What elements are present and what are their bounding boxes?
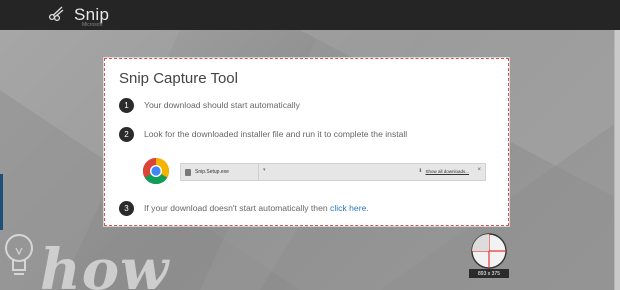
chrome-icon: [142, 157, 170, 190]
side-tab[interactable]: [0, 174, 3, 230]
download-icon: ⬇: [418, 168, 423, 174]
brand[interactable]: Snip Microsoft: [48, 4, 109, 28]
lightbulb-icon: [2, 232, 36, 287]
chevron-down-icon[interactable]: ▾: [263, 167, 266, 173]
show-all-downloads-label: Show all downloads...: [425, 168, 469, 174]
chrome-download-bar: Snip.Setup.exe ▾ ⬇ Show all downloads...…: [180, 163, 486, 181]
download-item[interactable]: Snip.Setup.exe: [181, 164, 259, 180]
scrollbar[interactable]: [614, 30, 620, 290]
click-here-link[interactable]: click here.: [330, 203, 369, 213]
step-1: 1 Your download should start automatical…: [119, 97, 300, 113]
top-bar: Snip Microsoft: [0, 0, 620, 30]
dialog-title: Snip Capture Tool: [119, 70, 238, 87]
step-text: Your download should start automatically: [144, 100, 300, 110]
download-file-name: Snip.Setup.exe: [195, 169, 229, 175]
scissors-icon: [48, 4, 66, 27]
step-text: Look for the downloaded installer file a…: [144, 129, 408, 139]
step-number: 3: [119, 200, 134, 216]
show-all-downloads-link[interactable]: ⬇ Show all downloads...: [418, 168, 469, 174]
file-icon: [185, 168, 191, 176]
crosshair-icon: [469, 232, 509, 270]
step-2: 2 Look for the downloaded installer file…: [119, 126, 407, 142]
capture-tool-dialog: Snip Capture Tool 1 Your download should…: [103, 57, 510, 227]
brand-subtitle: Microsoft: [82, 22, 103, 28]
step-3: 3 If your download doesn't start automat…: [119, 200, 369, 216]
step-text: If your download doesn't start automatic…: [144, 203, 369, 213]
background-heading: how: [40, 237, 170, 290]
step-text-content: If your download doesn't start automatic…: [144, 203, 331, 213]
step-number: 2: [119, 126, 134, 142]
step-number: 1: [119, 97, 134, 113]
selection-size-label: 893 x 375: [469, 269, 509, 278]
close-icon[interactable]: ×: [477, 167, 481, 173]
